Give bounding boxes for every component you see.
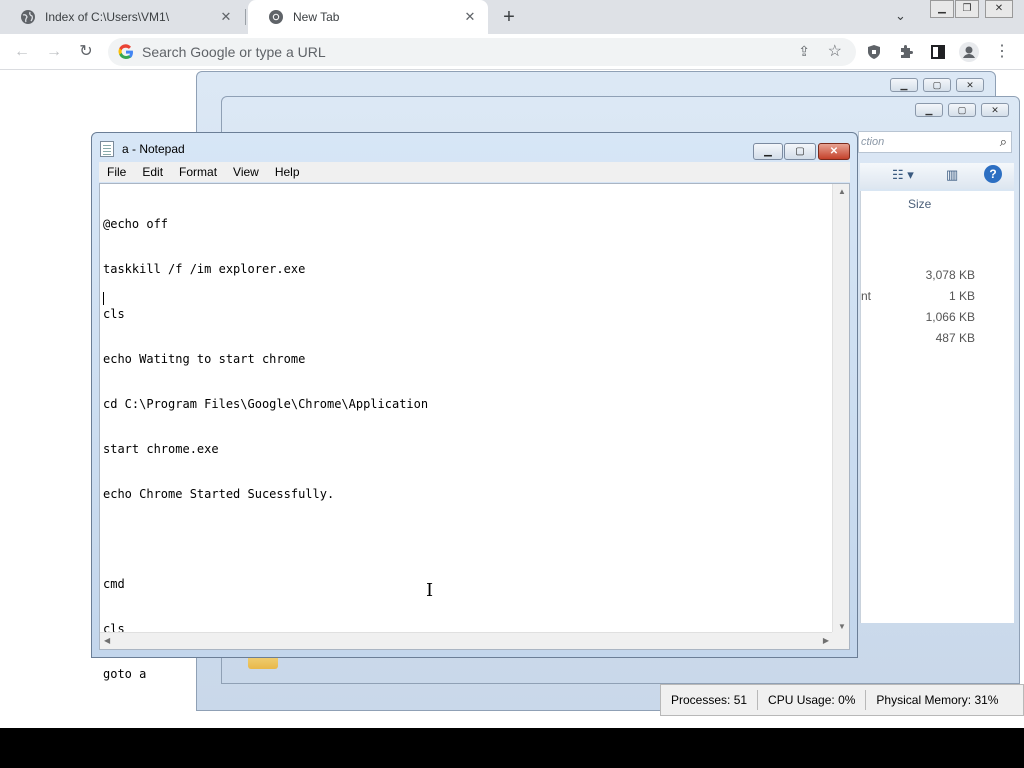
puzzle-extensions-icon[interactable] — [894, 40, 918, 64]
desktop-screen: Index of C:\Users\VM1\ ✕ New Tab ✕ + ⌄ ▁… — [0, 0, 1024, 728]
horizontal-scrollbar[interactable]: ◀ ▶ — [100, 632, 833, 649]
tab-strip: Index of C:\Users\VM1\ ✕ New Tab ✕ + ⌄ ▁… — [0, 0, 1024, 34]
maximize-button[interactable]: ▢ — [948, 103, 976, 117]
text-line: cmd — [103, 577, 125, 591]
close-button[interactable]: ✕ — [818, 143, 850, 160]
omnibox-placeholder: Search Google or type a URL — [142, 44, 326, 60]
scroll-down-arrow-icon[interactable]: ▼ — [838, 622, 846, 631]
notepad-titlebar[interactable]: a - Notepad — [100, 141, 185, 157]
scroll-left-arrow-icon[interactable]: ◀ — [104, 636, 110, 645]
menu-help[interactable]: Help — [267, 165, 308, 179]
google-g-icon — [118, 44, 133, 60]
text-line: echo Chrome Started Sucessfully. — [103, 487, 335, 501]
browser-restore-button[interactable]: ❐ — [955, 0, 979, 18]
text-line: echo Watitng to start chrome — [103, 352, 306, 366]
new-tab-button[interactable]: + — [498, 6, 520, 28]
black-bottom-bar — [0, 728, 1024, 768]
size-cell: 1,066 KB — [925, 310, 975, 324]
tab-search-chevron-icon[interactable]: ⌄ — [895, 8, 906, 24]
globe-icon — [21, 10, 35, 24]
mouse-ibeam-cursor: I — [426, 580, 434, 601]
tab-separator — [245, 9, 246, 25]
close-tab-icon[interactable]: ✕ — [462, 9, 478, 25]
minimize-button[interactable]: ▁ — [890, 78, 918, 92]
close-tab-icon[interactable]: ✕ — [218, 9, 234, 25]
menu-file[interactable]: File — [99, 165, 134, 179]
text-line: @echo off — [103, 217, 169, 231]
text-caret — [103, 292, 104, 305]
back-icon[interactable]: ← — [10, 40, 34, 64]
minimize-button[interactable]: ▁ — [753, 143, 783, 160]
address-bar[interactable]: Search Google or type a URL ⇪ ☆ — [108, 38, 856, 66]
search-icon[interactable]: ⌕ — [1000, 134, 1007, 150]
menu-bar: File Edit Format View Help — [99, 162, 850, 182]
type-cell-partial: nt — [861, 289, 872, 303]
size-cell: 1 KB — [948, 289, 975, 303]
views-icon[interactable]: ☷ ▾ — [892, 167, 914, 183]
vertical-scrollbar[interactable]: ▲ ▼ — [832, 184, 849, 634]
text-line: start chrome.exe — [103, 442, 219, 456]
text-editor-area[interactable]: @echo off taskkill /f /im explorer.exe c… — [99, 183, 850, 681]
menu-format[interactable]: Format — [171, 165, 225, 179]
reload-icon[interactable]: ↻ — [74, 40, 98, 64]
preview-pane-icon[interactable]: ▥ — [946, 167, 958, 183]
size-column-header[interactable]: Size — [908, 197, 931, 211]
forward-icon[interactable]: → — [42, 40, 66, 64]
explorer-file-list: Size nt 3,078 KB 1 KB 1,066 KB 487 KB — [860, 191, 1014, 623]
maximize-button[interactable]: ▢ — [923, 78, 951, 92]
close-button[interactable]: ✕ — [956, 78, 984, 92]
browser-close-button[interactable]: ✕ — [985, 0, 1013, 18]
tab-title: Index of C:\Users\VM1\ — [45, 10, 170, 24]
tab-index-of-users[interactable]: Index of C:\Users\VM1\ ✕ — [0, 0, 244, 34]
chrome-icon — [269, 10, 283, 24]
text-line — [103, 532, 831, 547]
tab-new-tab[interactable]: New Tab ✕ — [248, 0, 488, 34]
explorer-command-bar: ☷ ▾ ▥ ? — [860, 163, 1014, 189]
text-line: taskkill /f /im explorer.exe — [103, 262, 306, 276]
text-line: cls — [103, 307, 125, 321]
profile-icon[interactable] — [957, 40, 981, 64]
side-panel-icon[interactable] — [926, 40, 950, 64]
size-cell: 487 KB — [935, 331, 975, 345]
close-button[interactable]: ✕ — [981, 103, 1009, 117]
window-title: a - Notepad — [122, 142, 185, 156]
menu-dots-icon[interactable]: ⋮ — [990, 40, 1014, 64]
notepad-window[interactable]: a - Notepad ▁ ▢ ✕ File Edit Format View … — [91, 132, 858, 681]
search-placeholder: ction — [861, 136, 885, 148]
browser-minimize-button[interactable]: ▁ — [930, 0, 954, 18]
scroll-up-arrow-icon[interactable]: ▲ — [838, 187, 846, 196]
maximize-button[interactable]: ▢ — [784, 143, 816, 160]
star-icon[interactable]: ☆ — [828, 41, 842, 61]
shield-extension-icon[interactable] — [862, 40, 886, 64]
menu-view[interactable]: View — [225, 165, 267, 179]
menu-edit[interactable]: Edit — [134, 165, 171, 179]
text-line: cd C:\Program Files\Google\Chrome\Applic… — [103, 397, 429, 411]
tab-title: New Tab — [293, 10, 340, 24]
share-icon[interactable]: ⇪ — [798, 43, 810, 60]
text-line: goto a — [103, 667, 147, 681]
physical-memory: Physical Memory: 31% — [876, 693, 999, 707]
size-cell: 3,078 KB — [925, 268, 975, 282]
help-icon[interactable]: ? — [984, 165, 1002, 183]
browser-toolbar: ← → ↻ Search Google or type a URL ⇪ ☆ ⋮ — [0, 34, 1024, 70]
notepad-icon — [100, 141, 114, 157]
minimize-button[interactable]: ▁ — [915, 103, 943, 117]
explorer-search-box[interactable]: ction ⌕ — [858, 131, 1012, 153]
resize-grip[interactable] — [832, 632, 849, 649]
scroll-right-arrow-icon[interactable]: ▶ — [823, 636, 829, 645]
